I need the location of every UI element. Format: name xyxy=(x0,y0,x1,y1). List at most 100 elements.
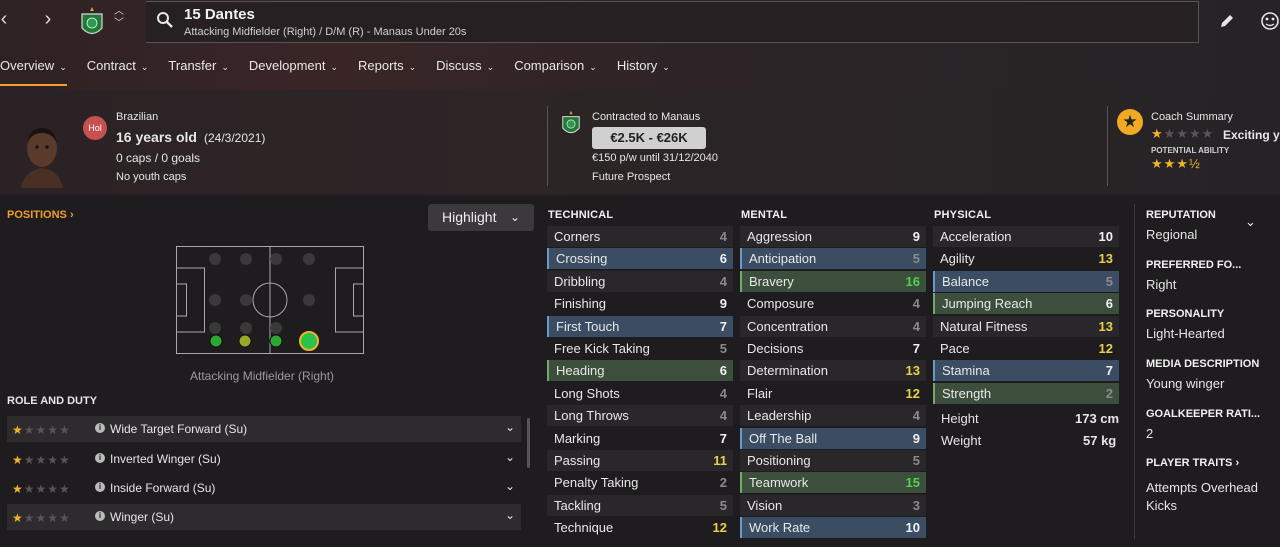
attribute-value: 5 xyxy=(719,497,727,513)
attribute-row[interactable]: Dribbling 4 xyxy=(547,270,733,292)
chevron-down-icon[interactable]: ⌄ xyxy=(1245,214,1256,230)
player-portrait xyxy=(21,128,63,188)
tab-development[interactable]: Development ⌄ xyxy=(249,58,338,82)
attribute-row[interactable]: Vision 3 xyxy=(740,494,926,516)
goalkeeper-rating-value: 2 xyxy=(1146,426,1154,441)
attribute-row[interactable]: Natural Fitness 13 xyxy=(933,315,1119,337)
positions-pitch[interactable] xyxy=(176,246,364,354)
roles-scrollbar[interactable] xyxy=(527,418,530,468)
holiday-badge[interactable]: Hol xyxy=(83,116,107,140)
tab-overview[interactable]: Overview ⌄ xyxy=(0,58,67,86)
attribute-name: First Touch xyxy=(556,318,620,334)
attribute-row[interactable]: Stamina 7 xyxy=(933,360,1119,382)
chevron-right-icon: › xyxy=(1235,457,1240,469)
attribute-row[interactable]: Anticipation 5 xyxy=(740,248,926,270)
youth-caps: No youth caps xyxy=(116,171,187,183)
attribute-value: 4 xyxy=(912,408,920,424)
mental-header: MENTAL xyxy=(741,209,788,221)
attribute-row[interactable]: Aggression 9 xyxy=(740,226,926,247)
chevron-up-icon[interactable]: ︿ xyxy=(114,6,124,18)
attribute-row[interactable]: Work Rate 10 xyxy=(740,517,926,539)
tab-discuss[interactable]: Discuss ⌄ xyxy=(436,58,494,82)
info-icon[interactable]: i xyxy=(95,423,105,433)
attribute-row[interactable]: Free Kick Taking 5 xyxy=(547,338,733,359)
club-badge-icon[interactable] xyxy=(80,6,104,40)
attribute-row[interactable]: Passing 11 xyxy=(547,450,733,471)
attribute-row[interactable]: Acceleration 10 xyxy=(933,226,1119,247)
attribute-row[interactable]: Agility 13 xyxy=(933,248,1119,269)
player-title-box[interactable]: 15 Dantes Attacking Midfielder (Right) /… xyxy=(146,1,1199,43)
attribute-row[interactable]: Strength 2 xyxy=(933,382,1119,404)
attribute-row[interactable]: Positioning 5 xyxy=(740,450,926,471)
attribute-row[interactable]: Corners 4 xyxy=(547,226,733,247)
role-row[interactable]: ★★★★★ i Inside Forward (Su) ⌄ xyxy=(7,475,521,501)
attribute-name: Technique xyxy=(554,520,614,536)
attribute-row[interactable]: Concentration 4 xyxy=(740,315,926,337)
attribute-name: Agility xyxy=(940,251,975,267)
nationality: Brazilian xyxy=(116,111,159,123)
attribute-value: 7 xyxy=(912,341,920,356)
role-name: Wide Target Forward (Su) xyxy=(110,422,248,436)
info-icon[interactable]: i xyxy=(95,453,105,463)
chevron-down-icon[interactable]: ⌄ xyxy=(505,450,515,464)
highlight-dropdown[interactable]: Highlight ⌄ xyxy=(428,204,534,231)
player-traits-header[interactable]: PLAYER TRAITS › xyxy=(1146,457,1239,469)
coach-summary-title: Coach Summary xyxy=(1151,111,1233,123)
attribute-row[interactable]: Off The Ball 9 xyxy=(740,427,926,449)
tab-reports[interactable]: Reports ⌄ xyxy=(358,58,416,82)
edit-icon[interactable] xyxy=(1218,12,1236,30)
forward-icon[interactable]: › xyxy=(38,8,58,31)
player-face-icon[interactable] xyxy=(1260,11,1280,31)
attribute-row[interactable]: Bravery 16 xyxy=(740,270,926,292)
role-stars: ★★★★★ xyxy=(12,511,71,525)
divider xyxy=(1107,106,1108,186)
attribute-row[interactable]: Balance 5 xyxy=(933,270,1119,292)
attribute-row[interactable]: Heading 6 xyxy=(547,360,733,382)
attribute-row[interactable]: Flair 12 xyxy=(740,383,926,404)
tab-label: Reports xyxy=(358,58,404,73)
attribute-row[interactable]: Long Shots 4 xyxy=(547,383,733,404)
role-row[interactable]: ★★★★★ i Winger (Su) ⌄ xyxy=(7,504,521,530)
attribute-row[interactable]: Teamwork 15 xyxy=(740,472,926,494)
chevron-down-icon[interactable]: ⌄ xyxy=(505,508,515,522)
attribute-row[interactable]: First Touch 7 xyxy=(547,315,733,337)
tab-transfer[interactable]: Transfer ⌄ xyxy=(168,58,228,82)
back-icon[interactable]: ‹ xyxy=(0,8,14,31)
info-icon[interactable]: i xyxy=(95,482,105,492)
role-row[interactable]: ★★★★★ i Inverted Winger (Su) ⌄ xyxy=(7,446,521,472)
search-icon[interactable] xyxy=(156,11,174,29)
info-icon[interactable]: i xyxy=(95,511,105,521)
value-range-button[interactable]: €2.5K - €26K xyxy=(592,127,706,149)
attribute-row[interactable]: Technique 12 xyxy=(547,517,733,538)
player-switch-arrows[interactable]: ︿ ﹀ xyxy=(114,6,124,30)
role-row[interactable]: ★★★★★ i Wide Target Forward (Su) ⌄ xyxy=(7,416,521,442)
attribute-row[interactable]: Penalty Taking 2 xyxy=(547,472,733,493)
attribute-row[interactable]: Marking 7 xyxy=(547,428,733,449)
media-description-value: Young winger xyxy=(1146,376,1225,391)
tab-history[interactable]: History ⌄ xyxy=(617,58,670,82)
attribute-row[interactable]: Long Throws 4 xyxy=(547,405,733,427)
attribute-value: 7 xyxy=(719,430,727,446)
contract-club: Contracted to Manaus xyxy=(592,111,701,123)
attribute-row[interactable]: Pace 12 xyxy=(933,338,1119,359)
positions-header[interactable]: POSITIONS › xyxy=(7,209,74,221)
attribute-value: 4 xyxy=(719,385,727,401)
attribute-name: Pace xyxy=(940,341,970,356)
chevron-down-icon[interactable]: ⌄ xyxy=(505,479,515,493)
attribute-name: Corners xyxy=(554,229,601,244)
attribute-row[interactable]: Jumping Reach 6 xyxy=(933,293,1119,315)
chevron-down-icon[interactable]: ⌄ xyxy=(505,420,515,434)
tab-contract[interactable]: Contract ⌄ xyxy=(87,58,149,82)
attribute-row[interactable]: Leadership 4 xyxy=(740,405,926,427)
attribute-row[interactable]: Determination 13 xyxy=(740,360,926,382)
chevron-down-icon: ⌄ xyxy=(662,62,670,72)
attribute-row[interactable]: Tackling 5 xyxy=(547,494,733,516)
attribute-row[interactable]: Finishing 9 xyxy=(547,293,733,314)
attribute-row[interactable]: Composure 4 xyxy=(740,293,926,314)
attribute-row[interactable]: Decisions 7 xyxy=(740,338,926,359)
reputation-value: Regional xyxy=(1146,227,1198,242)
chevron-down-icon[interactable]: ﹀ xyxy=(114,18,124,30)
attribute-row[interactable]: Crossing 6 xyxy=(547,248,733,270)
attribute-value: 4 xyxy=(719,229,727,244)
tab-comparison[interactable]: Comparison ⌄ xyxy=(514,58,597,82)
